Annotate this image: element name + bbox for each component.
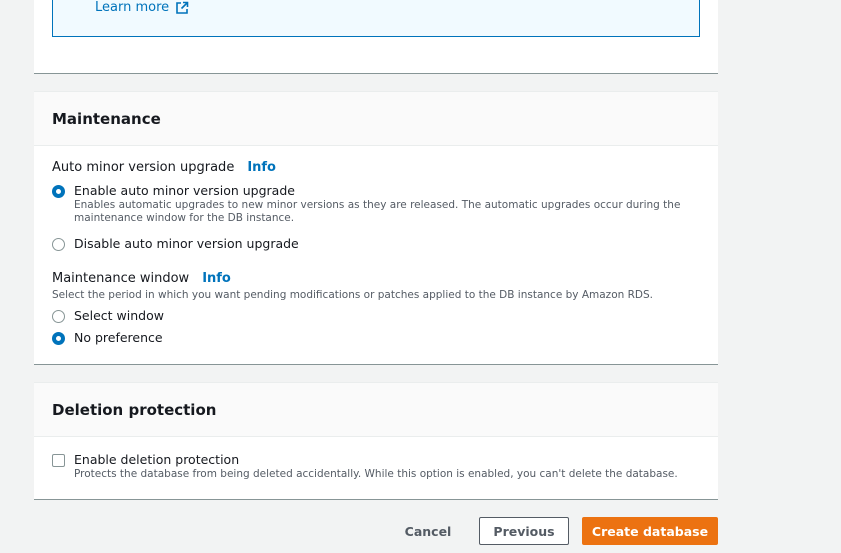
select-window-option[interactable]: Select window [52, 308, 164, 324]
maintenance-panel: Maintenance Auto minor version upgrade I… [34, 91, 718, 365]
learn-more-label: Learn more [95, 0, 170, 15]
enable-deletion-protection-checkbox[interactable] [52, 454, 65, 467]
disable-auto-minor-option[interactable]: Disable auto minor version upgrade [52, 236, 299, 252]
enable-auto-minor-label: Enable auto minor version upgrade [74, 183, 295, 198]
previous-button[interactable]: Previous [479, 517, 569, 545]
enable-deletion-protection-desc: Protects the database from being deleted… [74, 468, 678, 480]
no-preference-label: No preference [74, 330, 163, 345]
previous-section-panel: Learn more [34, 0, 718, 74]
no-preference-radio[interactable] [52, 332, 65, 345]
maintenance-title: Maintenance [52, 109, 161, 128]
auto-minor-upgrade-label-text: Auto minor version upgrade [52, 160, 235, 175]
deletion-protection-header: Deletion protection [34, 383, 718, 437]
info-alert-box: Learn more [52, 0, 700, 37]
enable-auto-minor-radio[interactable] [52, 185, 65, 198]
auto-minor-upgrade-label: Auto minor version upgrade Info [52, 160, 276, 175]
enable-deletion-protection-option[interactable]: Enable deletion protection Protects the … [52, 452, 702, 481]
maintenance-header: Maintenance [34, 92, 718, 146]
cancel-button[interactable]: Cancel [400, 517, 456, 545]
enable-deletion-protection-label: Enable deletion protection [74, 452, 240, 467]
deletion-protection-panel: Deletion protection Enable deletion prot… [34, 382, 718, 500]
no-preference-option[interactable]: No preference [52, 330, 163, 346]
maintenance-window-label-text: Maintenance window [52, 271, 190, 286]
enable-auto-minor-option[interactable]: Enable auto minor version upgrade Enable… [52, 183, 702, 225]
maintenance-window-label: Maintenance window Info [52, 271, 231, 286]
select-window-label: Select window [74, 308, 164, 323]
learn-more-link[interactable]: Learn more [95, 0, 189, 15]
disable-auto-minor-label: Disable auto minor version upgrade [74, 236, 299, 251]
deletion-protection-title: Deletion protection [52, 400, 217, 419]
disable-auto-minor-radio[interactable] [52, 238, 65, 251]
auto-minor-info-link[interactable]: Info [247, 160, 276, 175]
maintenance-window-desc: Select the period in which you want pend… [52, 289, 653, 301]
external-link-icon [176, 1, 189, 14]
maintenance-window-info-link[interactable]: Info [202, 271, 231, 286]
create-database-button[interactable]: Create database [582, 517, 718, 545]
enable-auto-minor-desc: Enables automatic upgrades to new minor … [74, 199, 681, 224]
select-window-radio[interactable] [52, 310, 65, 323]
